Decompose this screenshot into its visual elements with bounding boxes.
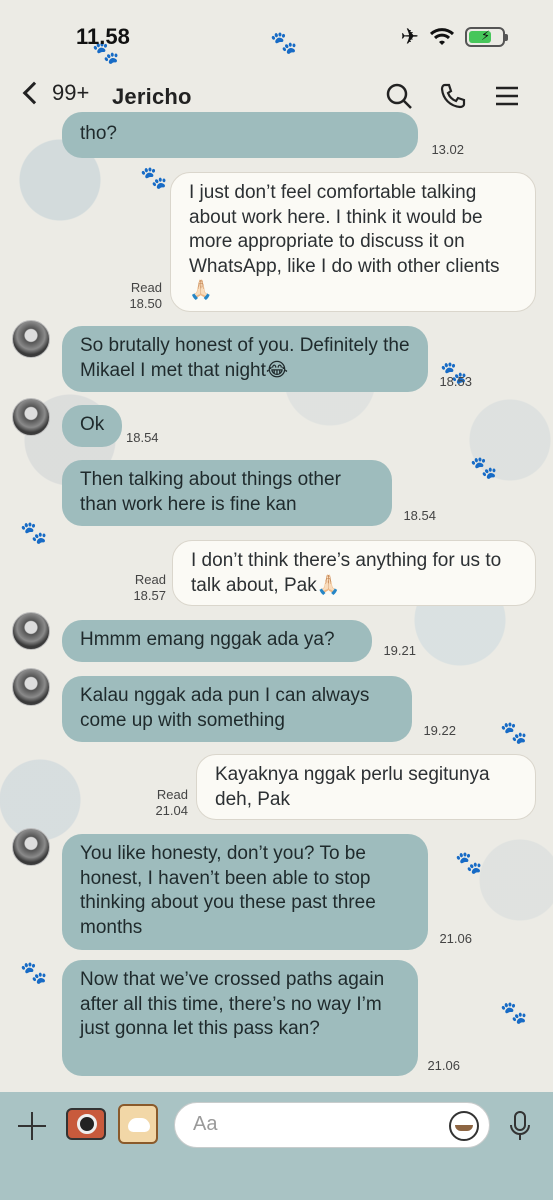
avatar[interactable] xyxy=(12,398,50,436)
message-time: 19.22 xyxy=(423,723,456,738)
message-meta: Read 18.50 xyxy=(120,280,162,312)
message-text: I don’t think there’s anything for us to… xyxy=(191,550,502,596)
message-text: Then talking about things other than wor… xyxy=(80,469,341,515)
menu-icon[interactable] xyxy=(493,82,521,110)
read-receipt: Read xyxy=(156,787,188,802)
message-bubble-incoming[interactable]: Now that we’ve crossed paths again after… xyxy=(62,960,418,1076)
airplane-icon: ✈ xyxy=(400,24,419,49)
paw-icon: 🐾 xyxy=(455,850,483,875)
message-bubble-outgoing[interactable]: Kayaknya nggak perlu segitunya deh, Pak xyxy=(196,754,536,820)
plus-icon[interactable] xyxy=(18,1112,46,1140)
message-text: I just don’t feel comfortable talking ab… xyxy=(189,182,500,301)
paw-icon: 🐾 xyxy=(500,1000,528,1025)
search-icon[interactable] xyxy=(385,82,413,110)
avatar[interactable] xyxy=(12,668,50,706)
message-text: Now that we’ve crossed paths again after… xyxy=(80,969,385,1039)
message-bubble-incoming[interactable]: Hmmm emang nggak ada ya? xyxy=(62,620,372,662)
message-bubble-incoming[interactable]: tho? xyxy=(62,112,418,158)
avatar[interactable] xyxy=(12,828,50,866)
message-input-box[interactable] xyxy=(174,1102,490,1148)
avatar[interactable] xyxy=(12,612,50,650)
message-time: 21.06 xyxy=(427,1058,460,1073)
message-text: Ok xyxy=(80,414,105,435)
message-text: Kayaknya nggak perlu segitunya deh, Pak xyxy=(215,764,490,810)
message-text: Kalau nggak ada pun I can always come up… xyxy=(80,685,370,731)
message-time: 19.21 xyxy=(383,643,416,658)
wifi-icon xyxy=(429,28,455,45)
message-text: You like honesty, don’t you? To be hones… xyxy=(80,843,376,938)
message-time: 18.54 xyxy=(403,508,436,523)
message-time: 21.06 xyxy=(439,931,472,946)
back-button[interactable]: 99+ xyxy=(20,80,89,106)
message-bubble-outgoing[interactable]: I don’t think there’s anything for us to… xyxy=(172,540,536,606)
message-bubble-incoming[interactable]: So brutally honest of you. Definitely th… xyxy=(62,326,428,392)
emoji-icon[interactable] xyxy=(449,1111,479,1141)
paw-icon: 🐾 xyxy=(20,520,48,545)
message-time: 18.53 xyxy=(439,374,472,389)
message-meta: Read 18.57 xyxy=(124,572,166,604)
battery-icon: ⚡ xyxy=(465,27,508,47)
status-time: 11.58 xyxy=(76,24,130,49)
message-time: 18.54 xyxy=(126,430,159,445)
message-input[interactable] xyxy=(193,1113,433,1136)
read-receipt: Read xyxy=(134,572,166,587)
avatar[interactable] xyxy=(12,320,50,358)
phone-icon[interactable] xyxy=(439,82,467,110)
paw-icon: 🐾 xyxy=(500,720,528,745)
message-bubble-incoming[interactable]: Kalau nggak ada pun I can always come up… xyxy=(62,676,412,742)
camera-icon[interactable] xyxy=(66,1108,106,1140)
message-composer xyxy=(0,1092,553,1200)
message-text: Hmmm emang nggak ada ya? xyxy=(80,629,335,650)
message-meta: Read 21.04 xyxy=(146,787,188,819)
message-time: 18.57 xyxy=(133,588,166,603)
message-text: So brutally honest of you. Definitely th… xyxy=(80,335,410,381)
message-time: 18.50 xyxy=(129,296,162,311)
read-receipt: Read xyxy=(130,280,162,295)
message-time: 13.02 xyxy=(431,142,464,157)
message-bubble-incoming[interactable]: You like honesty, don’t you? To be hones… xyxy=(62,834,428,950)
message-bubble-outgoing[interactable]: I just don’t feel comfortable talking ab… xyxy=(170,172,536,312)
paw-icon: 🐾 xyxy=(140,165,168,190)
contact-name[interactable]: Jericho xyxy=(112,84,192,110)
message-bubble-incoming[interactable]: Ok xyxy=(62,405,122,447)
message-text: tho? xyxy=(80,123,117,144)
sticker-icon[interactable] xyxy=(118,1104,158,1144)
paw-icon: 🐾 xyxy=(470,455,498,480)
unread-count: 99+ xyxy=(52,80,90,105)
status-bar: 11.58 ✈ ⚡ xyxy=(0,0,553,70)
message-time: 21.04 xyxy=(155,803,188,818)
chevron-left-icon xyxy=(22,81,46,105)
message-bubble-incoming[interactable]: Then talking about things other than wor… xyxy=(62,460,392,526)
status-icons: ✈ ⚡ xyxy=(400,24,508,50)
paw-icon: 🐾 xyxy=(20,960,48,985)
microphone-icon[interactable] xyxy=(508,1110,532,1146)
